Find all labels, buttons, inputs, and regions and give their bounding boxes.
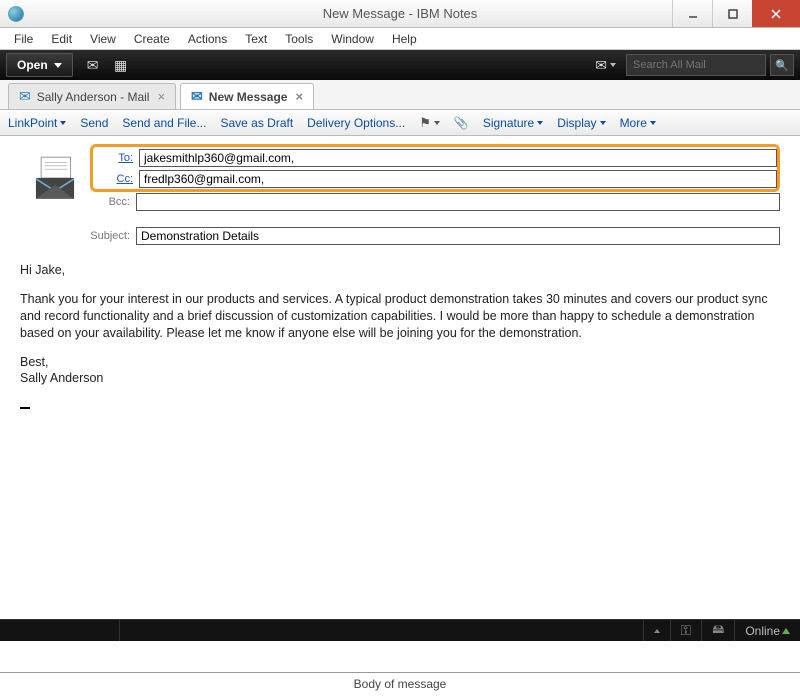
body-section-label: Body of message [0,673,800,697]
security-status-icon[interactable] [670,620,702,641]
linkpoint-button[interactable]: LinkPoint [8,116,66,130]
search-input[interactable] [626,54,766,76]
flag-menu[interactable] [419,115,440,131]
delivery-options-button[interactable]: Delivery Options... [307,116,405,130]
flag-icon [419,115,431,131]
send-button[interactable]: Send [80,116,108,130]
signature-menu[interactable]: Signature [483,116,543,130]
mail-icon[interactable] [81,53,105,77]
menu-file[interactable]: File [6,30,41,48]
recipients-highlight: To: Cc: [90,144,780,192]
open-button[interactable]: Open [6,53,73,77]
online-status[interactable]: Online [734,620,800,641]
online-label: Online [745,624,780,638]
menu-text[interactable]: Text [237,30,275,48]
document-tabs: Sally Anderson - Mail × New Message × [0,80,800,110]
attachment-button[interactable] [454,116,469,130]
bcc-field[interactable] [136,193,780,211]
mail-dropdown-icon[interactable] [595,57,616,74]
online-indicator-icon [782,628,790,634]
send-and-file-button[interactable]: Send and File... [122,116,206,130]
tab-label: Sally Anderson - Mail [37,90,150,104]
replication-status-icon[interactable] [701,620,734,641]
search-button[interactable] [770,54,794,76]
text-cursor [20,407,30,409]
tab-new-message[interactable]: New Message × [180,83,314,109]
compose-envelope-icon [20,144,90,246]
mail-tab-icon [19,88,31,105]
window-title: New Message - IBM Notes [0,6,800,21]
window-titlebar: New Message - IBM Notes [0,0,800,28]
save-as-draft-button[interactable]: Save as Draft [220,116,293,130]
display-menu[interactable]: Display [557,116,605,130]
menu-tools[interactable]: Tools [277,30,321,48]
menu-help[interactable]: Help [384,30,425,48]
body-paragraph: Thank you for your interest in our produ… [20,291,780,342]
to-label[interactable]: To: [93,152,139,164]
statusbar: Online [0,619,800,641]
subject-field[interactable] [136,227,780,245]
cc-field[interactable] [139,170,777,188]
tab-close-icon[interactable]: × [157,89,165,104]
body-signature: Sally Anderson [20,371,103,385]
mail-tab-icon [191,88,203,105]
menu-window[interactable]: Window [323,30,382,48]
tab-label: New Message [209,90,288,104]
calendar-icon[interactable] [109,53,133,77]
more-menu[interactable]: More [620,116,656,130]
status-caret-icon[interactable] [654,629,660,633]
menu-actions[interactable]: Actions [180,30,235,48]
subject-label: Subject: [90,230,136,242]
search-icon [775,58,789,72]
body-greeting: Hi Jake, [20,262,780,279]
to-field[interactable] [139,149,777,167]
main-toolbar: Open [0,50,800,80]
open-button-label: Open [17,58,48,72]
compose-header: To: Cc: Bcc: Subject: [0,136,800,246]
menu-edit[interactable]: Edit [43,30,80,48]
tab-mailbox[interactable]: Sally Anderson - Mail × [8,83,176,109]
compose-actionbar: LinkPoint Send Send and File... Save as … [0,110,800,136]
cc-label[interactable]: Cc: [93,173,139,185]
caret-down-icon [54,63,62,68]
body-signoff: Best, [20,355,49,369]
menu-view[interactable]: View [82,30,124,48]
menu-create[interactable]: Create [126,30,178,48]
bcc-label: Bcc: [90,196,136,208]
message-body[interactable]: Hi Jake, Thank you for your interest in … [0,246,800,432]
tab-close-icon[interactable]: × [295,89,303,104]
menubar: File Edit View Create Actions Text Tools… [0,28,800,50]
